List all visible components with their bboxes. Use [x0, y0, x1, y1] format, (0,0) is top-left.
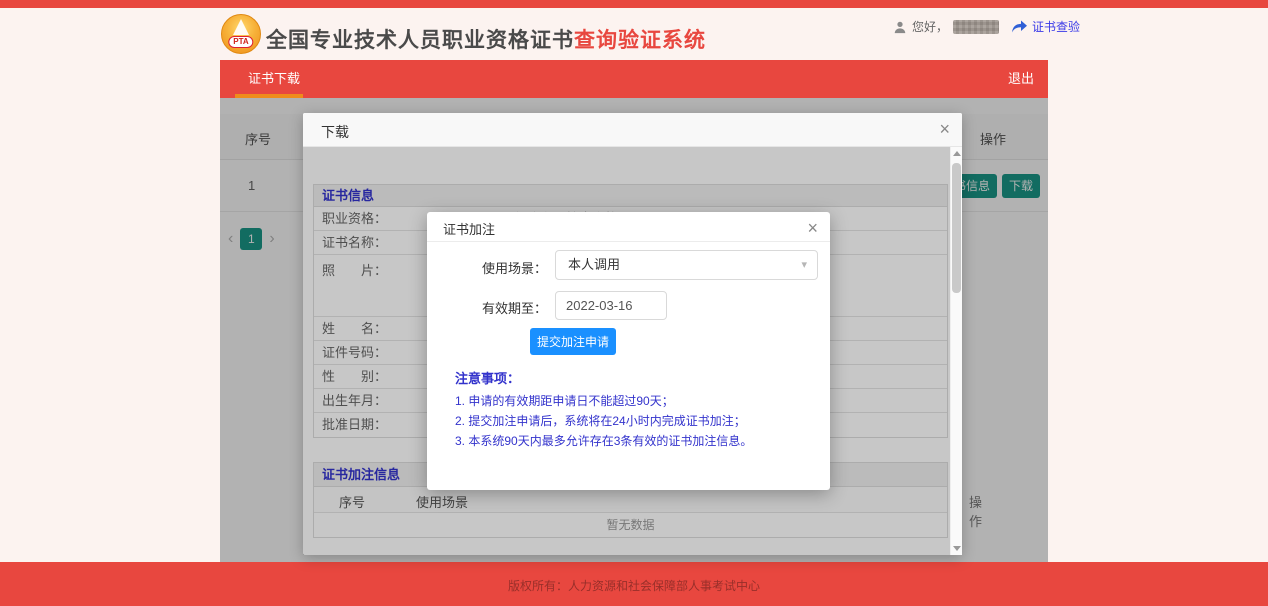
- anno-col-action: 操作: [969, 492, 982, 530]
- annotation-modal: 证书加注 × 使用场景： 本人调用 ▾ 有效期至： 提交加注申请 注意事项： 1…: [427, 212, 830, 490]
- scene-select-value: 本人调用: [568, 257, 620, 272]
- close-icon[interactable]: ×: [939, 119, 950, 139]
- logo-badge: PTA: [228, 36, 253, 48]
- header: PTA 全国专业技术人员职业资格证书查询验证系统 您好， 证书查验: [0, 8, 1268, 60]
- share-arrow-icon[interactable]: [1012, 20, 1027, 33]
- annotation-modal-titlebar: 证书加注 ×: [427, 212, 830, 242]
- note-line: 2. 提交加注申请后，系统将在24小时内完成证书加注；: [455, 412, 746, 429]
- tab-cert-download[interactable]: 证书下载: [248, 60, 300, 98]
- close-icon[interactable]: ×: [807, 218, 818, 238]
- download-modal-titlebar: 下载 ×: [303, 113, 962, 147]
- scene-field-label: 使用场景：: [447, 258, 547, 277]
- page-title-main: 全国专业技术人员职业资格证书: [266, 29, 574, 52]
- valid-until-label: 有效期至：: [447, 298, 547, 317]
- user-icon: [893, 20, 907, 34]
- user-name-redacted: [953, 20, 999, 34]
- page-title-accent: 查询验证系统: [574, 29, 706, 52]
- modal-scrollbar[interactable]: [950, 147, 962, 555]
- chevron-down-icon: ▾: [801, 251, 807, 279]
- greeting-label: 您好，: [912, 18, 948, 35]
- submit-annotation-button[interactable]: 提交加注申请: [530, 328, 616, 355]
- page-title: 全国专业技术人员职业资格证书查询验证系统: [266, 24, 706, 54]
- main-nav: 证书下载 退出: [220, 60, 1048, 98]
- logout-button[interactable]: 退出: [1008, 60, 1034, 98]
- scene-select[interactable]: 本人调用 ▾: [555, 250, 818, 280]
- copyright-text: 版权所有：人力资源和社会保障部人事考试中心: [0, 577, 1268, 594]
- note-line: 3. 本系统90天内最多允许存在3条有效的证书加注信息。: [455, 432, 752, 449]
- cert-verify-link[interactable]: 证书查验: [1032, 18, 1080, 35]
- scrollbar-thumb[interactable]: [952, 163, 961, 293]
- valid-until-input[interactable]: [555, 291, 667, 320]
- note-line: 1. 申请的有效期距申请日不能超过90天；: [455, 392, 674, 409]
- footer: 版权所有：人力资源和社会保障部人事考试中心: [0, 562, 1268, 606]
- top-red-strip: [0, 0, 1268, 8]
- app-root: PTA 全国专业技术人员职业资格证书查询验证系统 您好， 证书查验 证书下载 退…: [0, 0, 1268, 606]
- user-area: 您好， 证书查验: [893, 18, 1080, 35]
- scroll-up-icon[interactable]: [953, 151, 961, 156]
- logo-petal-icon: [233, 19, 249, 35]
- scroll-down-icon[interactable]: [953, 546, 961, 551]
- notes-title: 注意事项：: [455, 368, 520, 387]
- annotation-modal-title: 证书加注: [443, 219, 495, 238]
- download-modal-title: 下载: [321, 122, 349, 142]
- pta-logo: PTA: [221, 14, 261, 54]
